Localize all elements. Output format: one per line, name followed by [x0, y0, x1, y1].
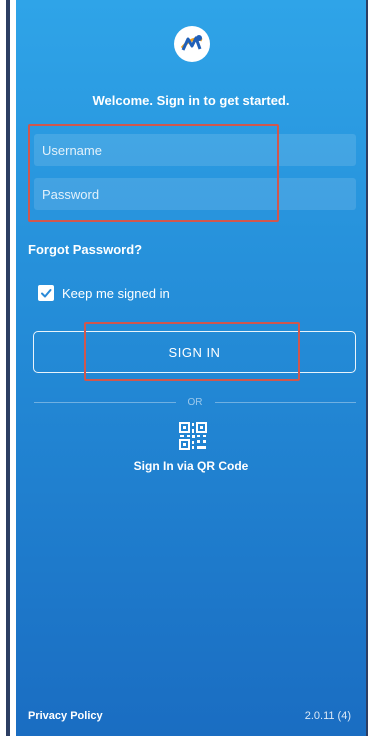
checkmark-icon — [41, 289, 52, 298]
qr-code-icon[interactable] — [178, 421, 208, 451]
or-line-left — [34, 402, 176, 403]
username-input[interactable] — [34, 134, 356, 166]
keep-signed-in-toggle[interactable]: Keep me signed in — [38, 285, 170, 301]
privacy-policy-link[interactable]: Privacy Policy — [28, 710, 103, 722]
or-divider: OR — [34, 397, 356, 408]
qr-sign-in-link[interactable]: Sign In via QR Code — [16, 459, 366, 473]
left-frame-border — [6, 0, 10, 736]
device-frame: Welcome. Sign in to get started. Forgot … — [0, 0, 374, 736]
keep-signed-in-checkbox[interactable] — [38, 285, 54, 301]
app-logo-icon — [174, 26, 210, 62]
login-screen: Welcome. Sign in to get started. Forgot … — [16, 0, 366, 736]
password-input[interactable] — [34, 178, 356, 210]
app-version: 2.0.11 (4) — [304, 710, 351, 722]
forgot-password-link[interactable]: Forgot Password? — [28, 242, 142, 257]
welcome-heading: Welcome. Sign in to get started. — [92, 93, 290, 108]
or-line-right — [214, 402, 356, 403]
or-label: OR — [187, 397, 203, 408]
sign-in-button[interactable]: SIGN IN — [33, 331, 356, 373]
keep-signed-in-label: Keep me signed in — [62, 285, 170, 301]
